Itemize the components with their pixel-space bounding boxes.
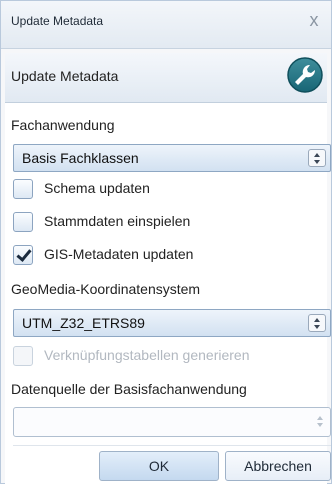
fachanwendung-select[interactable]: Basis Fachklassen — [13, 144, 331, 172]
koordinatensystem-select[interactable]: UTM_Z32_ETRS89 — [13, 309, 331, 337]
stammdaten-checkbox[interactable] — [13, 212, 33, 232]
chevron-updown-icon — [308, 314, 326, 332]
wrench-icon — [287, 57, 323, 93]
fachanwendung-label: Fachanwendung — [11, 117, 115, 133]
ok-button[interactable]: OK — [99, 451, 219, 481]
verknuepfung-label: Verknüpfungstabellen generieren — [44, 347, 250, 363]
fachanwendung-value: Basis Fachklassen — [22, 150, 139, 166]
title-bar[interactable]: Update Metadata x — [1, 1, 331, 49]
cancel-button[interactable]: Abbrechen — [225, 451, 331, 481]
update-metadata-dialog: Update Metadata x Update Metadata Fachan… — [0, 0, 332, 485]
dialog-header: Update Metadata — [5, 53, 327, 103]
gis-metadaten-checkbox[interactable] — [13, 245, 33, 265]
gis-metadaten-label[interactable]: GIS-Metadaten updaten — [44, 246, 193, 262]
koordinatensystem-value: UTM_Z32_ETRS89 — [22, 315, 145, 331]
schema-update-checkbox[interactable] — [13, 179, 33, 199]
schema-update-label[interactable]: Schema updaten — [44, 180, 150, 196]
stammdaten-label[interactable]: Stammdaten einspielen — [44, 213, 190, 229]
spinner-icon[interactable] — [316, 414, 324, 430]
koordinatensystem-label: GeoMedia-Koordinatensystem — [11, 281, 201, 297]
divider — [13, 445, 331, 446]
header-title: Update Metadata — [11, 68, 119, 84]
verknuepfung-checkbox — [13, 346, 33, 366]
datenquelle-field[interactable] — [13, 407, 331, 437]
close-icon[interactable]: x — [305, 11, 323, 29]
chevron-updown-icon — [308, 149, 326, 167]
datenquelle-label: Datenquelle der Basisfachanwendung — [11, 381, 247, 397]
window-title: Update Metadata — [11, 14, 104, 28]
